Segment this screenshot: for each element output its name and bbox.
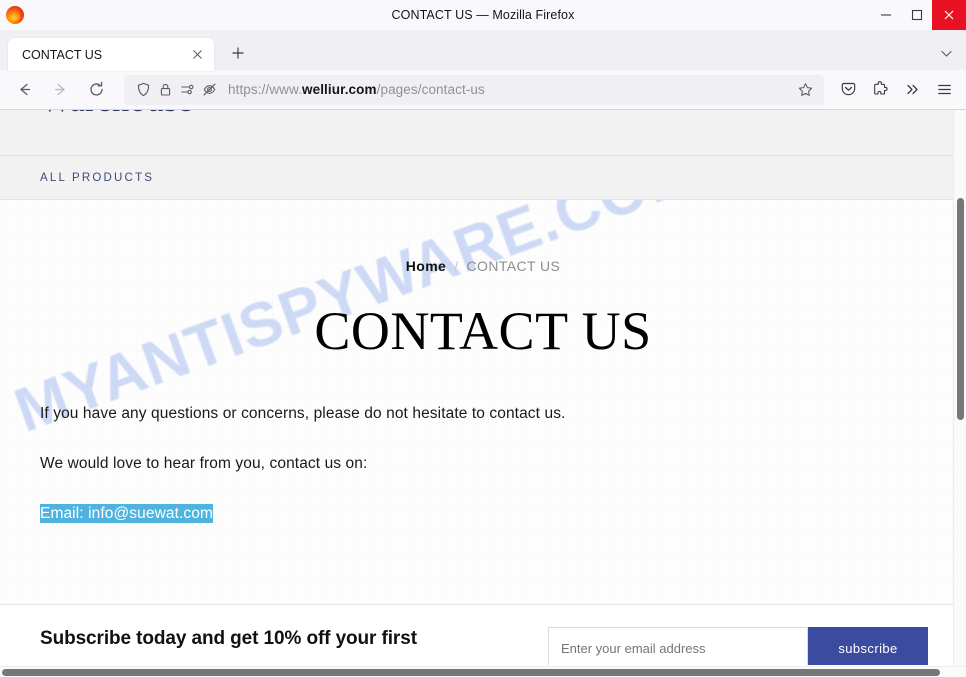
paragraph-email: Email: info@suewat.com (40, 502, 966, 526)
page-title: CONTACT US (314, 301, 652, 361)
back-button-icon[interactable] (8, 75, 40, 105)
subscribe-email-input[interactable] (548, 627, 808, 665)
window-controls (870, 0, 966, 30)
url-path: /pages/contact-us (376, 82, 485, 97)
url-bar[interactable]: https://www.welliur.com/pages/contact-us (124, 74, 824, 105)
maximize-button[interactable] (901, 0, 932, 30)
title-bar: CONTACT US — Mozilla Firefox (0, 0, 966, 30)
overflow-chevrons-icon[interactable] (896, 75, 928, 105)
breadcrumb-current: CONTACT US (466, 258, 561, 274)
close-tab-icon[interactable] (188, 46, 206, 64)
site-permissions-icon[interactable] (176, 79, 198, 101)
horizontal-scrollbar-thumb[interactable] (2, 669, 940, 676)
paragraph-hear-from-you: We would love to hear from you, contact … (40, 455, 368, 473)
reload-button-icon[interactable] (80, 75, 112, 105)
site-header: Warehouse (0, 110, 966, 156)
page-content: If you have any questions or concerns, p… (0, 402, 966, 526)
bookmark-star-icon[interactable] (792, 77, 818, 103)
subscribe-button[interactable]: subscribe (808, 627, 928, 665)
browser-tab[interactable]: CONTACT US (8, 38, 214, 71)
subscribe-footer: Subscribe today and get 10% off your fir… (0, 605, 966, 665)
subscribe-form: subscribe (548, 627, 928, 665)
breadcrumb-separator: / (454, 258, 459, 274)
minimize-button[interactable] (870, 0, 901, 30)
page-body: MYANTISPYWARE.COM Home / CONTACT US CONTAC… (0, 200, 966, 604)
paragraph-questions: If you have any questions or concerns, p… (40, 405, 566, 422)
url-text[interactable]: https://www.welliur.com/pages/contact-us (228, 82, 792, 97)
list-all-tabs-button[interactable] (930, 39, 962, 67)
lock-icon[interactable] (154, 79, 176, 101)
extensions-puzzle-icon[interactable] (864, 75, 896, 105)
pocket-icon[interactable] (832, 75, 864, 105)
navigation-toolbar: https://www.welliur.com/pages/contact-us (0, 70, 966, 110)
browser-window: CONTACT US — Mozilla Firefox CONTACT US (0, 0, 966, 677)
close-window-button[interactable] (932, 0, 966, 30)
site-navigation: ALL PRODUCTS (0, 156, 966, 200)
tab-strip: CONTACT US (0, 30, 966, 71)
web-content: Warehouse ALL PRODUCTS MYANTISPYWARE.COM… (0, 110, 966, 677)
tab-title: CONTACT US (22, 47, 103, 62)
forward-button-icon[interactable] (44, 75, 76, 105)
vertical-scrollbar-thumb[interactable] (957, 198, 964, 420)
window-title: CONTACT US — Mozilla Firefox (391, 8, 575, 22)
new-tab-button[interactable] (224, 39, 252, 67)
nav-item-all-products[interactable]: ALL PRODUCTS (40, 172, 154, 184)
breadcrumb-home-link[interactable]: Home (406, 258, 447, 274)
blocked-autoplay-icon[interactable] (198, 79, 220, 101)
vertical-scrollbar[interactable] (953, 110, 966, 677)
breadcrumb: Home / CONTACT US (0, 258, 966, 274)
app-menu-hamburger-icon[interactable] (928, 75, 960, 105)
site-logo[interactable]: Warehouse (40, 110, 193, 120)
url-host: welliur.com (301, 82, 377, 97)
shield-icon[interactable] (132, 79, 154, 101)
selected-email-text[interactable]: Email: info@suewat.com (40, 504, 213, 524)
firefox-logo-icon (6, 6, 24, 24)
subscribe-heading: Subscribe today and get 10% off your fir… (40, 628, 417, 649)
horizontal-scrollbar[interactable] (0, 666, 966, 677)
url-scheme: https://www. (228, 82, 302, 97)
